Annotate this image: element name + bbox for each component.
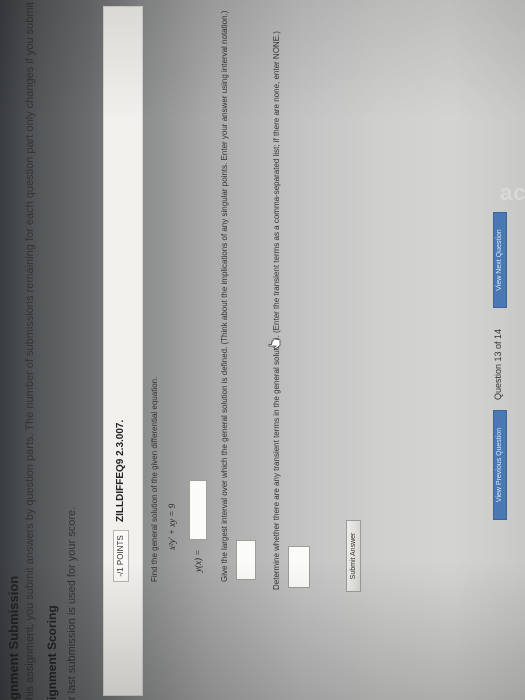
question-counter: Question 13 of 14 (493, 328, 503, 400)
transient-prompt: Determine whether there are any transien… (272, 31, 281, 590)
assignment-page: gnment Submission his assignment, you su… (0, 0, 525, 700)
scoring-info-text: r last submission is used for your score… (66, 506, 78, 700)
question-header-bar (103, 6, 143, 696)
transient-input[interactable] (288, 546, 310, 588)
interval-input[interactable] (236, 540, 256, 580)
next-question-button[interactable]: View Next Question (493, 212, 507, 308)
general-solution-input[interactable] (189, 480, 207, 540)
question-id: ZILLDIFFEQ9 2.3.007. (115, 419, 126, 522)
page-title: gnment Submission (6, 575, 21, 700)
monitor-logo: acer (500, 180, 525, 205)
hand-cursor-icon (268, 338, 287, 350)
interval-prompt: Give the largest interval over which the… (220, 10, 229, 582)
submit-answer-button[interactable]: Submit Answer (346, 520, 361, 592)
question-prompt: Find the general solution of the given d… (150, 376, 159, 582)
differential-equation: x²y' + xy = 9 (167, 503, 177, 550)
answer-label: y(x) = (193, 549, 203, 572)
scoring-title: ignment Scoring (45, 605, 59, 700)
points-badge: -/1 POINTS (113, 530, 129, 582)
previous-question-button[interactable]: View Previous Question (493, 410, 507, 520)
submission-info-text: his assignment, you submit answers by qu… (24, 0, 36, 700)
